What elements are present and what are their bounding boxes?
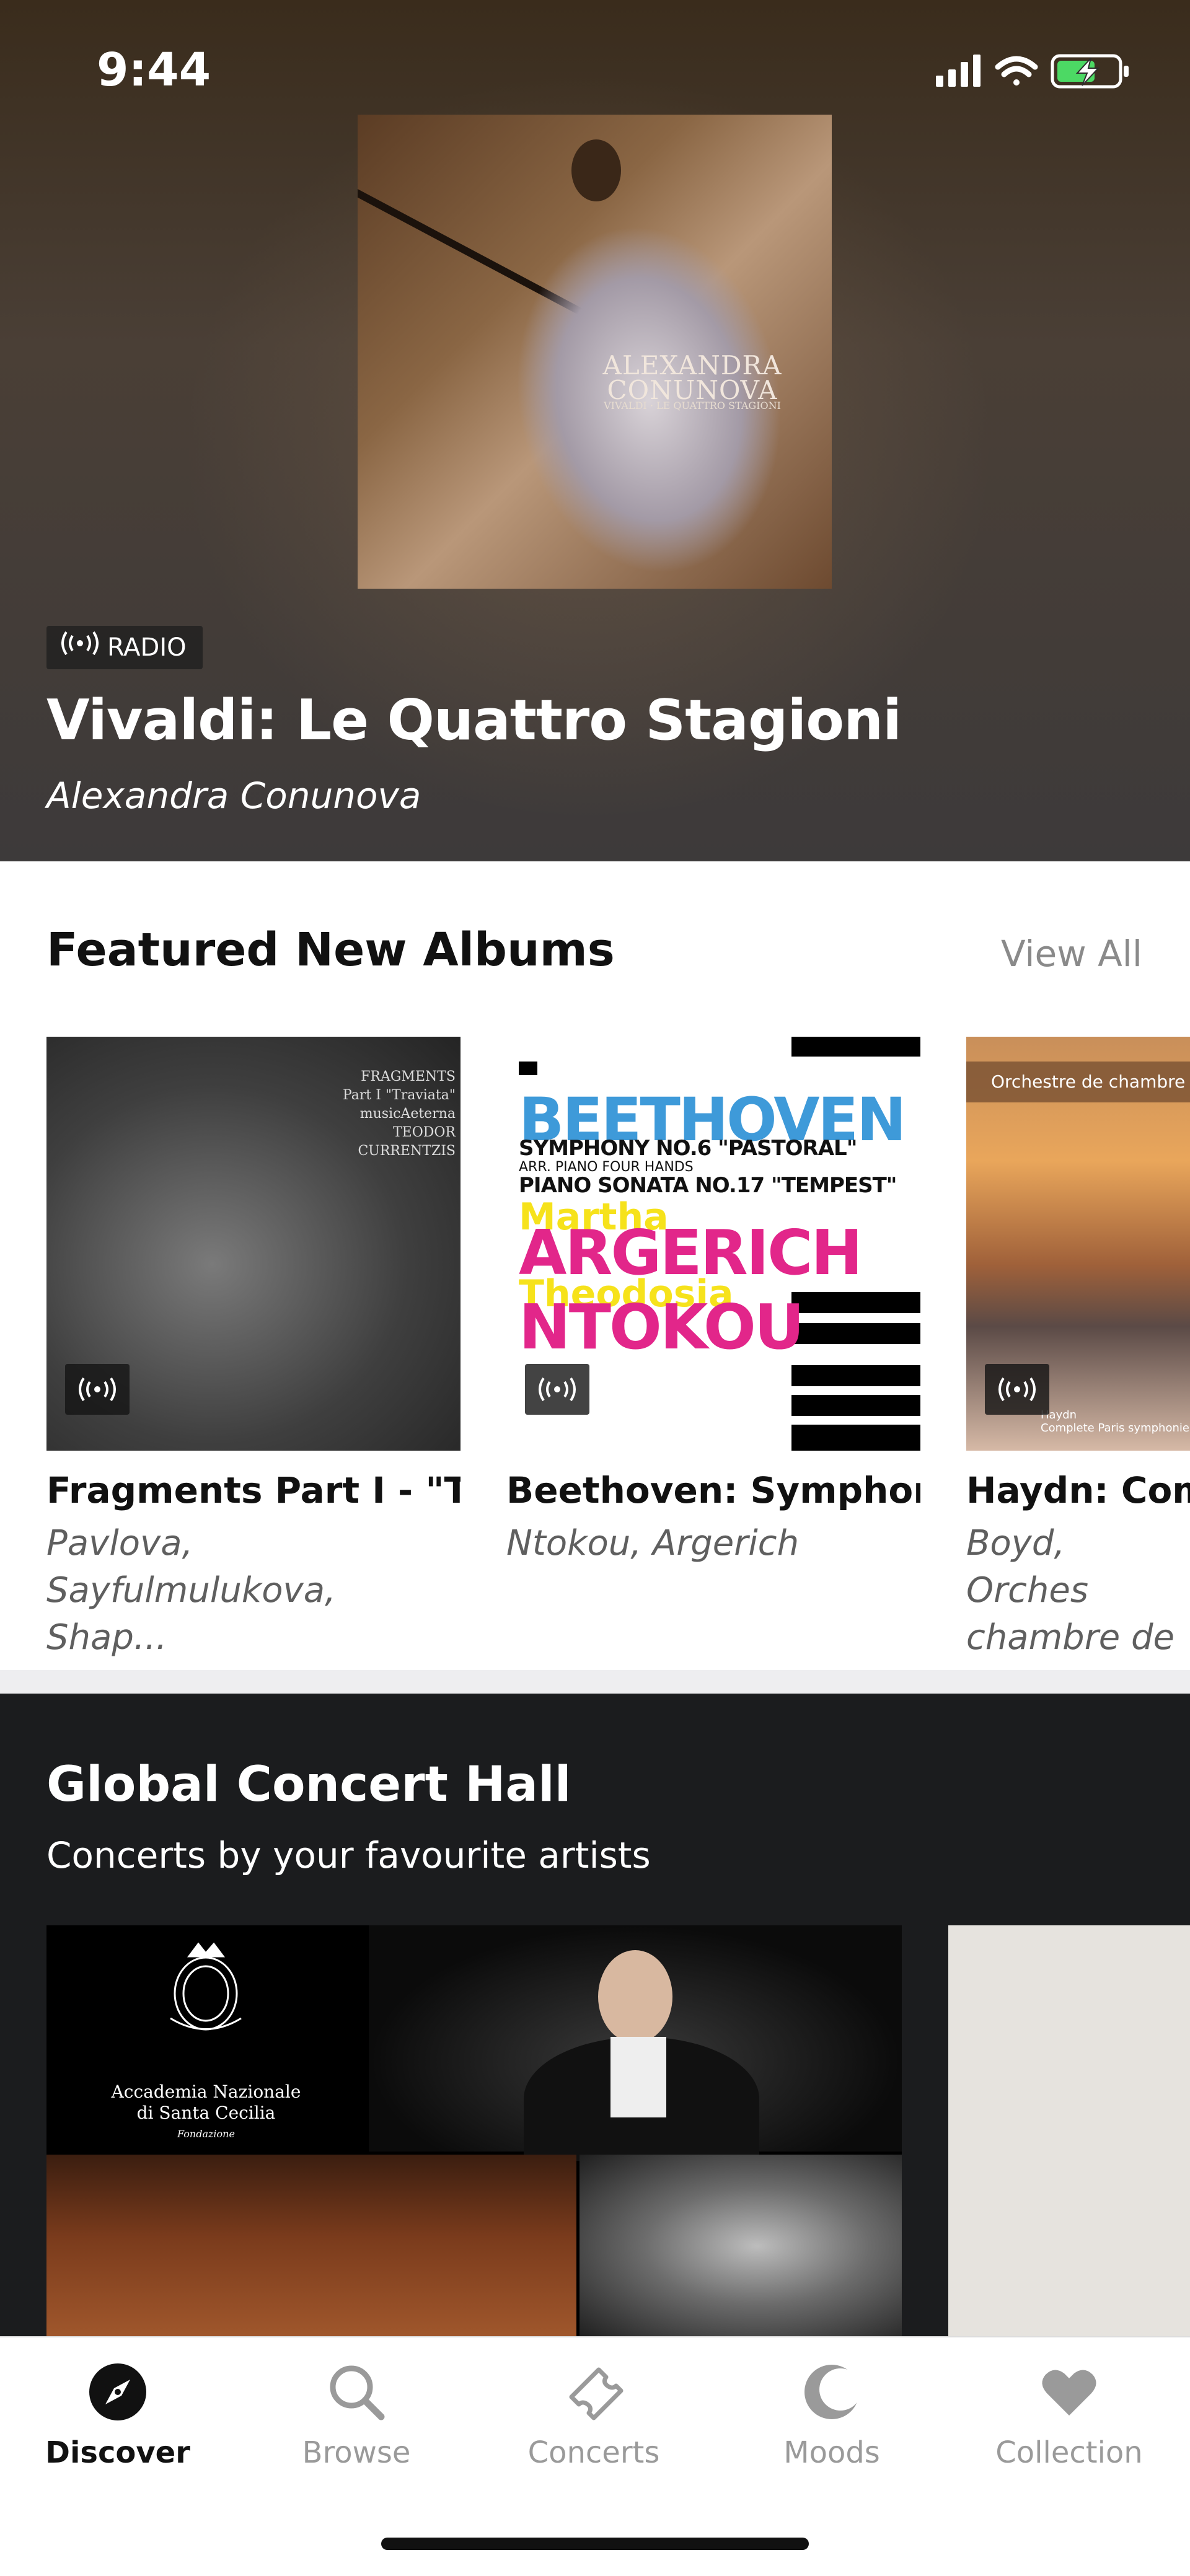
home-indicator[interactable] (381, 2538, 809, 2550)
tile-text-line: Fondazione (177, 2128, 235, 2140)
art-sonata: PIANO SONATA NO.17 "TEMPEST" (519, 1173, 897, 1198)
art-orchestra-band: Orchestre de chambre de P (966, 1062, 1190, 1102)
album-card[interactable]: Orchestre de chambre de P Haydn Complete… (966, 1037, 1190, 1661)
art-ntokou: NTOKOU (519, 1291, 804, 1363)
status-icons (936, 50, 1147, 93)
tile-text-line: di Santa Cecilia (136, 2103, 276, 2123)
art-text-line: Complete Paris symphonies Nos. 82 - 87 (1041, 1422, 1190, 1435)
radio-badge: RADIO (46, 626, 203, 669)
album-artists: Boyd, Orches chambre de (966, 1523, 1175, 1658)
concert-collage-card[interactable]: Accademia Nazionale di Santa Cecilia Fon… (46, 1925, 902, 2337)
tab-label: Moods (783, 2435, 880, 2470)
section-subtitle-concert-hall: Concerts by your favourite artists (46, 1834, 651, 1876)
art-text-line: TEODOR CURRENTZIS (358, 1125, 456, 1159)
tab-moods[interactable]: Moods (739, 2355, 925, 2470)
radio-waves-icon (61, 626, 99, 669)
concert-next-card[interactable] (948, 1925, 1190, 2337)
search-icon (319, 2355, 394, 2429)
tile-orchestra-photo (46, 2155, 576, 2337)
tab-label: Collection (995, 2435, 1143, 2470)
art-symphony: SYMPHONY NO.6 "PASTORAL" (519, 1136, 857, 1161)
hero-title[interactable]: Vivaldi: Le Quattro Stagioni (46, 688, 902, 753)
tile-text-line: Accademia Nazionale (111, 2081, 301, 2102)
section-title-concert-hall: Global Concert Hall (46, 1757, 571, 1813)
tab-label: Browse (302, 2435, 411, 2470)
hero-artist[interactable]: Alexandra Conunova (46, 775, 421, 817)
art-caption: Haydn Complete Paris symphonies Nos. 82 … (1041, 1409, 1190, 1435)
radio-icon (985, 1364, 1049, 1415)
wifi-icon (995, 56, 1038, 86)
art-text-line: FRAGMENTS (361, 1069, 456, 1084)
moon-icon (795, 2355, 869, 2429)
album-artists: Pavlova, Sayfulmulukova, Shap... (46, 1523, 336, 1658)
radio-icon (65, 1364, 130, 1415)
album-card[interactable]: BEETHOVEN SYMPHONY NO.6 "PASTORAL" ARR. … (506, 1037, 920, 1567)
album-artists: Ntokou, Argerich (506, 1523, 800, 1563)
tile-santa-cecilia-logo: Accademia Nazionale di Santa Cecilia Fon… (46, 1925, 366, 2152)
album-art[interactable]: FRAGMENTS Part I "Traviata" musicAeterna… (46, 1037, 461, 1451)
album-art-text: FRAGMENTS Part I "Traviata" musicAeterna… (294, 1068, 456, 1161)
radio-icon (525, 1364, 589, 1415)
album-art[interactable]: BEETHOVEN SYMPHONY NO.6 "PASTORAL" ARR. … (506, 1037, 920, 1451)
santa-cecilia-crest-icon (170, 1942, 242, 2031)
compass-icon (81, 2355, 155, 2429)
battery-charging-icon (1051, 54, 1129, 89)
album-title[interactable]: Beethoven: Symphon... (506, 1469, 920, 1511)
album-title[interactable]: Haydn: Comp (966, 1469, 1190, 1511)
ticket-icon (557, 2355, 631, 2429)
section-divider (0, 1670, 1190, 1694)
cover-title-line2: CONUNOVA (607, 375, 778, 405)
tab-label: Concerts (527, 2435, 660, 2470)
cover-artist-name: ALEXANDRA CONUNOVA (562, 353, 822, 403)
hero-album-cover[interactable]: ALEXANDRA CONUNOVA VIVALDI · LE QUATTRO … (358, 115, 832, 589)
conductor-head (598, 1950, 672, 2043)
status-time: 9:44 (97, 43, 211, 97)
heart-icon (1032, 2355, 1106, 2429)
album-card[interactable]: FRAGMENTS Part I "Traviata" musicAeterna… (46, 1037, 461, 1661)
art-text-line: Haydn (1041, 1409, 1077, 1422)
art-text-line: musicAeterna (359, 1106, 456, 1122)
cover-title-line1: ALEXANDRA (602, 350, 782, 380)
conductor-shirt (610, 2037, 666, 2117)
tab-label: Discover (45, 2435, 190, 2470)
cover-figure-head (571, 139, 621, 201)
tab-browse[interactable]: Browse (263, 2355, 449, 2470)
section-title-featured: Featured New Albums (46, 923, 615, 977)
santa-cecilia-text: Accademia Nazionale di Santa Cecilia Fon… (46, 2081, 366, 2145)
tile-artist-portrait (580, 2155, 902, 2337)
signal-icon (936, 55, 981, 87)
cover-subtitle: VIVALDI · LE QUATTRO STAGIONI (604, 400, 781, 411)
tile-conductor-photo (369, 1925, 902, 2161)
tab-concerts[interactable]: Concerts (501, 2355, 687, 2470)
album-art[interactable]: Orchestre de chambre de P Haydn Complete… (966, 1037, 1190, 1451)
tab-discover[interactable]: Discover (25, 2355, 211, 2470)
art-text-line: Part I "Traviata" (342, 1088, 456, 1103)
tab-collection[interactable]: Collection (976, 2355, 1162, 2470)
radio-badge-label: RADIO (107, 633, 187, 662)
album-title[interactable]: Fragments Part I - "Tr... (46, 1469, 461, 1511)
view-all-link[interactable]: View All (1001, 933, 1142, 975)
